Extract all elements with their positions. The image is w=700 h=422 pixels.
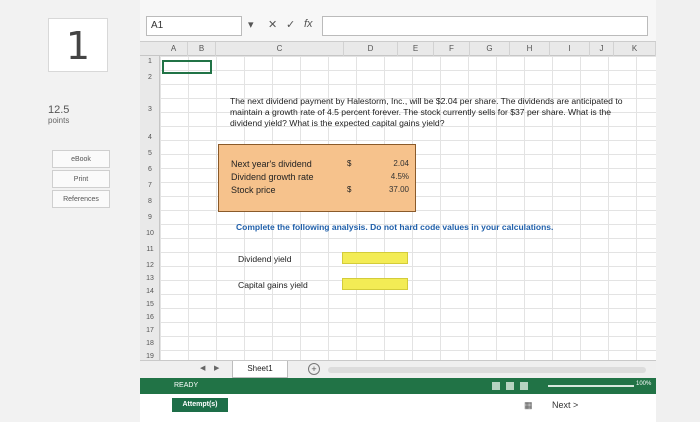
row-header[interactable]: 8 <box>140 198 160 205</box>
capital-gains-yield-input[interactable] <box>342 278 408 290</box>
input-label: Stock price <box>231 185 276 195</box>
currency-symbol: $ <box>347 185 352 194</box>
status-text: READY <box>174 382 199 389</box>
zoom-slider[interactable] <box>548 385 634 387</box>
column-header[interactable]: E <box>398 42 434 56</box>
column-header[interactable]: H <box>510 42 550 56</box>
normal-view-icon[interactable] <box>492 382 500 390</box>
row-header[interactable]: 19 <box>140 353 160 360</box>
status-bar: READY 100% <box>140 378 656 394</box>
row-header[interactable]: 13 <box>140 275 160 282</box>
function-icon[interactable]: fx <box>304 18 313 30</box>
column-header[interactable]: G <box>470 42 510 56</box>
grid-icon[interactable]: ▦ <box>524 400 533 411</box>
cancel-icon[interactable]: ✕ <box>268 18 277 31</box>
row-header[interactable]: 5 <box>140 150 160 157</box>
question-panel: 1 12.5 points eBook Print References <box>0 0 140 422</box>
points-label: points <box>48 116 70 125</box>
column-header[interactable]: I <box>550 42 590 56</box>
row-header[interactable]: 11 <box>140 246 160 253</box>
attempts-label: Attempt(s) <box>172 398 228 412</box>
input-value[interactable]: 4.5% <box>373 172 409 181</box>
dropdown-icon[interactable]: ▾ <box>248 18 254 31</box>
row-header[interactable]: 10 <box>140 230 160 237</box>
references-button[interactable]: References <box>52 190 110 208</box>
input-data-box: Next year's dividend $ 2.04 Dividend gro… <box>218 144 416 212</box>
print-button[interactable]: Print <box>52 170 110 188</box>
column-header[interactable]: A <box>160 42 188 56</box>
page-layout-icon[interactable] <box>506 382 514 390</box>
question-number: 1 <box>48 18 108 72</box>
sheet-tab[interactable]: Sheet1 <box>232 361 288 378</box>
row-header[interactable]: 9 <box>140 214 160 221</box>
zoom-percent[interactable]: 100% <box>636 381 651 387</box>
column-header[interactable]: C <box>216 42 344 56</box>
column-header[interactable]: D <box>344 42 398 56</box>
column-header[interactable]: J <box>590 42 614 56</box>
next-button[interactable]: Next > <box>552 400 578 410</box>
capital-gains-yield-label: Capital gains yield <box>238 280 308 290</box>
row-header[interactable]: 7 <box>140 182 160 189</box>
page-break-icon[interactable] <box>520 382 528 390</box>
row-header[interactable]: 2 <box>140 74 160 81</box>
points-value: 12.5 <box>48 104 70 116</box>
column-headers: A B C D E F G H I J K <box>140 42 656 56</box>
row-header[interactable]: 1 <box>140 58 160 65</box>
name-box[interactable]: A1 <box>146 16 242 36</box>
input-label: Dividend growth rate <box>231 172 314 182</box>
column-header[interactable]: B <box>188 42 216 56</box>
row-header[interactable]: 12 <box>140 262 160 269</box>
row-header[interactable]: 3 <box>140 106 160 113</box>
row-header[interactable]: 14 <box>140 288 160 295</box>
row-header[interactable]: 18 <box>140 340 160 347</box>
row-header[interactable]: 6 <box>140 166 160 173</box>
horizontal-scrollbar[interactable] <box>328 367 646 373</box>
formula-input[interactable] <box>322 16 648 36</box>
row-header[interactable]: 17 <box>140 327 160 334</box>
scroll-right-icon[interactable]: ▶ <box>214 364 219 372</box>
currency-symbol: $ <box>347 159 352 168</box>
column-header[interactable]: F <box>434 42 470 56</box>
formula-bar: A1 ▾ ✕ ✓ fx <box>140 0 656 42</box>
enter-icon[interactable]: ✓ <box>286 18 295 31</box>
instruction-text: Complete the following analysis. Do not … <box>236 222 554 232</box>
selected-cell[interactable] <box>162 60 212 74</box>
row-header[interactable]: 4 <box>140 134 160 141</box>
row-header[interactable]: 15 <box>140 301 160 308</box>
question-text: The next dividend payment by Halestorm, … <box>230 96 623 128</box>
column-header[interactable]: K <box>614 42 656 56</box>
scroll-left-icon[interactable]: ◀ <box>200 364 205 372</box>
row-headers: 1 2 3 4 5 6 7 8 9 10 11 12 13 14 15 16 1… <box>140 56 160 372</box>
dividend-yield-input[interactable] <box>342 252 408 264</box>
input-label: Next year's dividend <box>231 159 312 169</box>
ebook-button[interactable]: eBook <box>52 150 110 168</box>
sheet-tab-bar: ◀ ▶ Sheet1 + <box>140 360 656 378</box>
input-value[interactable]: 37.00 <box>373 185 409 194</box>
dividend-yield-label: Dividend yield <box>238 254 292 264</box>
excel-window: A1 ▾ ✕ ✓ fx A B C D E F G H I J K 1 2 3 … <box>140 0 656 422</box>
input-value[interactable]: 2.04 <box>373 159 409 168</box>
add-sheet-icon[interactable]: + <box>308 363 320 375</box>
row-header[interactable]: 16 <box>140 314 160 321</box>
